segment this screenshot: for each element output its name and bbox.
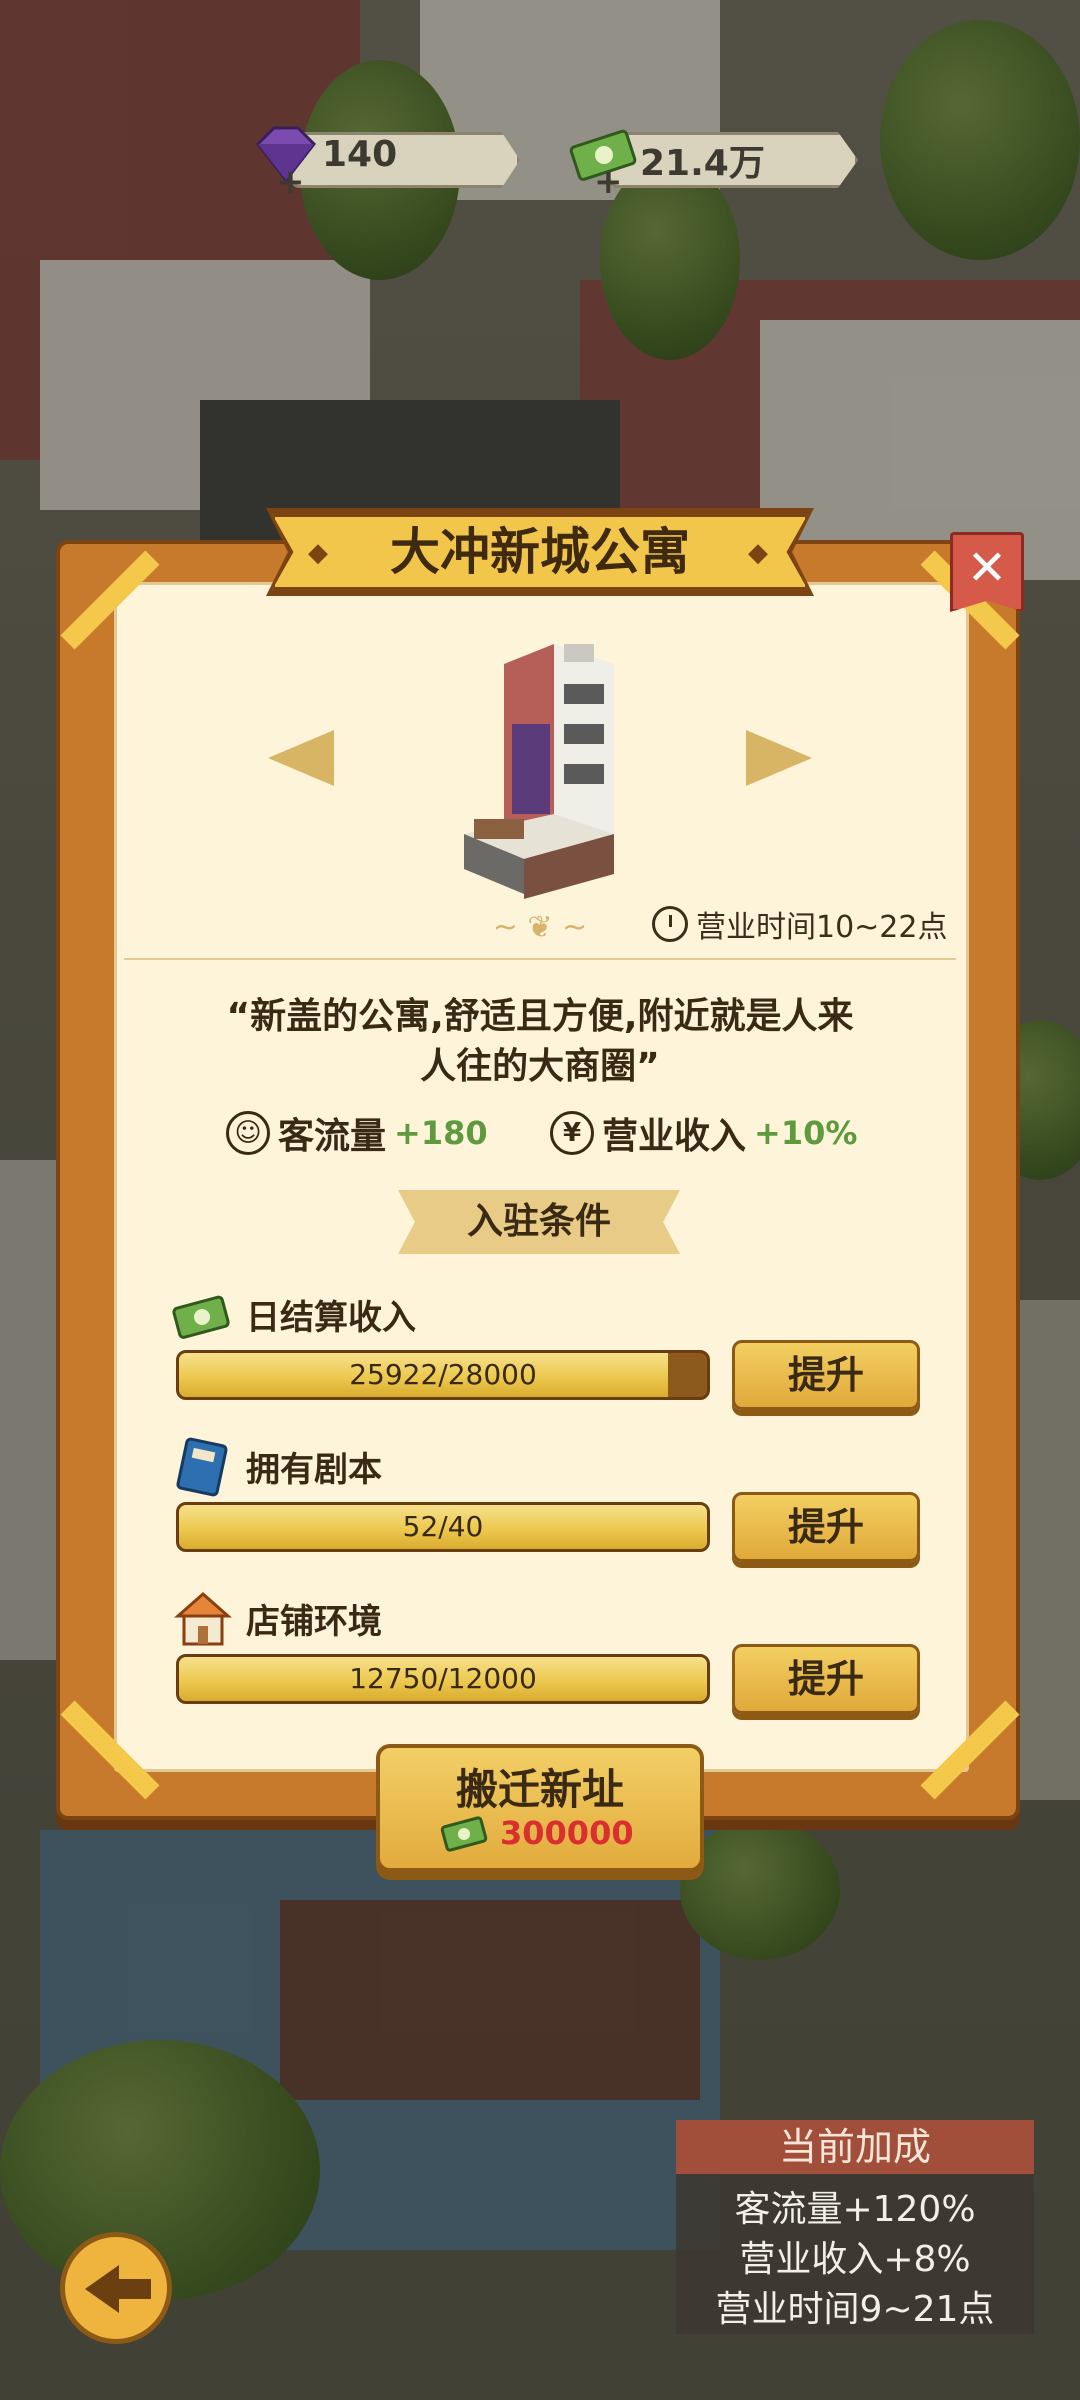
requirement-shop-environment: 店铺环境 12750/12000 提升 — [172, 1588, 922, 1738]
stat-income-bonus: +10% — [754, 1114, 858, 1152]
improve-button[interactable]: 提升 — [732, 1340, 920, 1410]
cash-stack-icon — [172, 1295, 230, 1339]
apartment-building-image — [464, 644, 614, 899]
back-arrow-icon — [85, 2265, 119, 2313]
requirements-title: 入驻条件 — [398, 1190, 680, 1254]
progress-text: 12750/12000 — [349, 1662, 537, 1695]
next-building-arrow[interactable] — [746, 730, 812, 786]
back-arrow-tail — [115, 2279, 151, 2299]
relocate-button[interactable]: 搬迁新址 300000 — [376, 1744, 704, 1872]
relocate-label: 搬迁新址 — [455, 1765, 624, 1814]
current-bonus-visitors: 客流量+120% — [734, 2189, 976, 2230]
requirement-label: 拥有剧本 — [246, 1450, 382, 1490]
requirement-daily-income: 日结算收入 25922/28000 提升 — [172, 1284, 922, 1434]
current-bonus-income: 营业收入+8% — [739, 2239, 971, 2280]
flourish-ornament: ~ ❦ ~ — [492, 910, 588, 945]
yen-icon: ¥ — [550, 1111, 594, 1155]
stat-visitors-label: 客流量 — [278, 1116, 387, 1157]
add-cash-icon[interactable]: + — [594, 162, 623, 202]
cash-count: 21.4万 — [640, 143, 765, 184]
stat-income-label: 营业收入 — [602, 1116, 747, 1157]
progress-bar: 52/40 — [176, 1502, 710, 1552]
relocate-cost: 300000 — [500, 1814, 634, 1852]
current-bonus-title: 当前加成 — [676, 2120, 1034, 2174]
stat-visitors: ☺ 客流量 +180 — [226, 1108, 488, 1158]
description-line-2: 人往的大商圈” — [420, 1046, 660, 1087]
business-hours-text: 营业时间10~22点 — [696, 910, 948, 945]
script-book-icon — [176, 1437, 228, 1497]
requirement-label: 店铺环境 — [246, 1602, 382, 1642]
gem-count: 140 — [322, 134, 398, 175]
stat-visitors-bonus: +180 — [394, 1114, 488, 1152]
previous-building-arrow[interactable] — [268, 730, 334, 786]
requirement-scripts: 拥有剧本 52/40 提升 — [172, 1436, 922, 1586]
visitors-icon: ☺ — [226, 1111, 270, 1155]
business-hours: 营业时间10~22点 — [652, 902, 947, 946]
stat-income: ¥ 营业收入 +10% — [550, 1108, 857, 1158]
cash-icon — [440, 1816, 488, 1852]
close-button[interactable]: ✕ — [950, 532, 1024, 612]
description-line-1: “新盖的公寓,舒适且方便,附近就是人来 — [226, 996, 854, 1037]
cash-counter[interactable]: + 21.4万 — [568, 128, 868, 202]
progress-text: 25922/28000 — [349, 1358, 537, 1391]
current-bonus-hours: 营业时间9~21点 — [715, 2289, 995, 2330]
clock-icon — [652, 906, 688, 942]
progress-bar: 12750/12000 — [176, 1654, 710, 1704]
add-gems-icon[interactable]: + — [276, 162, 305, 202]
section-divider — [124, 958, 956, 960]
progress-bar: 25922/28000 — [176, 1350, 710, 1400]
back-button[interactable] — [60, 2232, 172, 2344]
building-title: 大冲新城公寓 — [390, 523, 690, 581]
current-bonus-panel: 当前加成 客流量+120% 营业收入+8% 营业时间9~21点 — [676, 2120, 1034, 2334]
improve-button[interactable]: 提升 — [732, 1492, 920, 1562]
shop-house-icon — [174, 1592, 232, 1646]
requirement-label: 日结算收入 — [246, 1298, 416, 1338]
improve-button[interactable]: 提升 — [732, 1644, 920, 1714]
progress-text: 52/40 — [402, 1510, 484, 1543]
gem-counter[interactable]: + 140 — [250, 126, 540, 202]
building-description: “新盖的公寓,舒适且方便,附近就是人来 人往的大商圈” — [200, 992, 880, 1092]
